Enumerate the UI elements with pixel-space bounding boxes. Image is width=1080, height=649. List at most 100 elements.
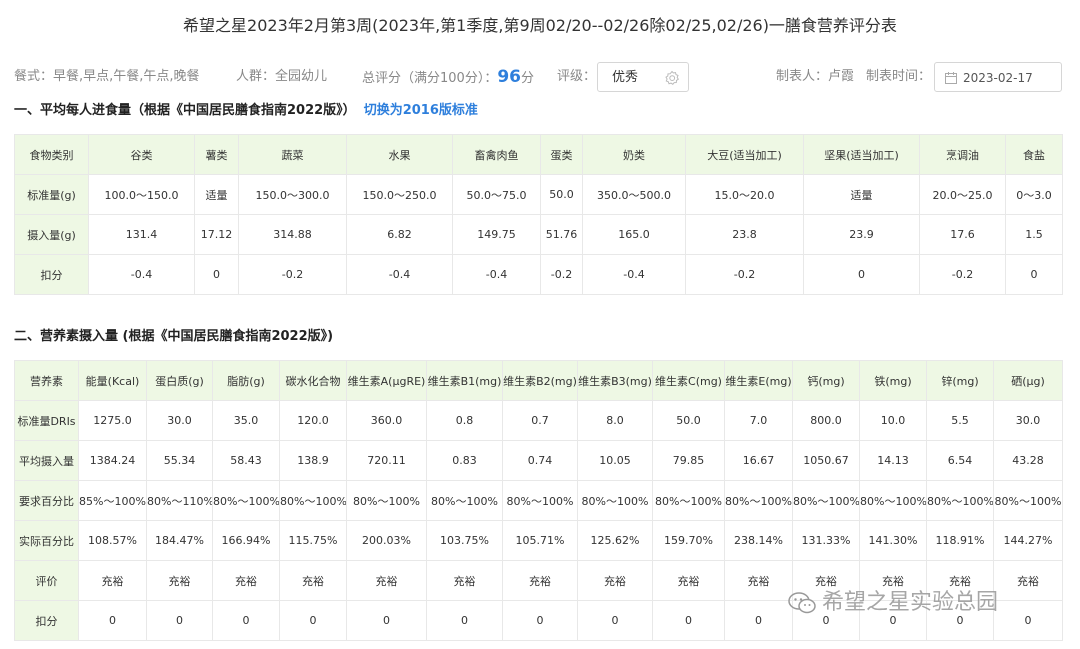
table-cell: 0～3.0 xyxy=(1005,174,1063,215)
table-cell: 131.33% xyxy=(792,520,860,561)
table-cell: 141.30% xyxy=(859,520,927,561)
table-row: 扣分 -0.4 0 -0.2 -0.4 -0.4 -0.2 -0.4 -0.2 0 -0.2 0 xyxy=(14,254,1063,295)
table-cell: 80%～100% xyxy=(792,480,860,521)
crowd-label: 人群：全园幼儿 xyxy=(236,69,328,84)
table-row: 实际百分比 108.57% 184.47% 166.94% 115.75% 200.03%… xyxy=(14,520,1063,561)
table-cell: 80%～100% xyxy=(279,480,347,521)
table-row: 平均摄入量 1384.24 55.34 58.43 138.9 720.11 0.83 0.7… xyxy=(14,440,1063,481)
column-header: 锌(mg) xyxy=(926,360,994,401)
table-cell: 80%～100% xyxy=(859,480,927,521)
table-cell: 17.6 xyxy=(919,214,1006,255)
column-header: 烹调油 xyxy=(919,134,1006,175)
column-header: 能量(Kcal) xyxy=(78,360,147,401)
table-cell: 7.0 xyxy=(724,400,793,441)
column-header: 蔬菜 xyxy=(238,134,347,175)
table-cell: 0.7 xyxy=(502,400,578,441)
column-header: 薯类 xyxy=(194,134,239,175)
info-bar: 餐式：早餐,早点,午餐,午点,晚餐 人群：全园幼儿 总评分（满分100分）：96… xyxy=(14,62,1066,92)
column-header: 维生素B3(mg) xyxy=(577,360,653,401)
table-cell: 充裕 xyxy=(426,560,503,601)
table-cell: 165.0 xyxy=(582,214,686,255)
column-header: 钙(mg) xyxy=(792,360,860,401)
table-cell: 800.0 xyxy=(792,400,860,441)
table-cell: 0 xyxy=(724,600,793,641)
grade-value: 优秀 xyxy=(612,70,639,85)
table-row: 标准量(g) 100.0～150.0 适量 150.0～300.0 150.0～250.… xyxy=(14,174,1063,215)
grade-select[interactable]: 优秀 xyxy=(597,62,689,92)
table-cell: 30.0 xyxy=(146,400,213,441)
table-cell: 55.34 xyxy=(146,440,213,481)
score-value: 96 xyxy=(497,67,521,87)
table-cell: 0 xyxy=(194,254,239,295)
table-cell: 0.74 xyxy=(502,440,578,481)
table-cell: -0.2 xyxy=(238,254,347,295)
table-cell: 0 xyxy=(652,600,725,641)
date-label: 制表时间： xyxy=(866,69,932,84)
table-cell: 0 xyxy=(78,600,147,641)
table-cell: 0 xyxy=(803,254,920,295)
table-cell: 充裕 xyxy=(346,560,427,601)
switch-standard-link[interactable]: 切换为2016版标准 xyxy=(364,103,478,118)
table-cell: 108.57% xyxy=(78,520,147,561)
table-cell: -0.2 xyxy=(540,254,583,295)
row-header: 摄入量(g) xyxy=(14,214,89,255)
table-cell: 30.0 xyxy=(993,400,1063,441)
watermark-text: 希望之星实验总园 xyxy=(822,590,999,615)
table-row: 要求百分比 85%～100% 80%～110% 80%～100% 80%～100% 80%… xyxy=(14,480,1063,521)
table-cell: 80%～100% xyxy=(724,480,793,521)
table-cell: 充裕 xyxy=(279,560,347,601)
table-cell: 80%～100% xyxy=(502,480,578,521)
wechat-icon xyxy=(788,592,816,614)
table-cell: 80%～100% xyxy=(652,480,725,521)
table-cell: 131.4 xyxy=(88,214,195,255)
calendar-icon xyxy=(945,72,957,84)
column-header: 蛋白质(g) xyxy=(146,360,213,401)
column-header: 维生素C(mg) xyxy=(652,360,725,401)
table-cell: 80%～100% xyxy=(426,480,503,521)
table-cell: 0.8 xyxy=(426,400,503,441)
watermark: 希望之星实验总园 xyxy=(788,584,998,616)
section1-title: 一、平均每人进食量（根据《中国居民膳食指南2022版》） 切换为2016版标准 xyxy=(14,103,478,118)
column-header: 硒(μg) xyxy=(993,360,1063,401)
column-header: 维生素A(μgRE) xyxy=(346,360,427,401)
table-cell: 充裕 xyxy=(212,560,280,601)
table-cell: 80%～110% xyxy=(146,480,213,521)
maker-label: 制表人：卢霞 xyxy=(776,69,855,84)
table-cell: 充裕 xyxy=(724,560,793,601)
column-header: 大豆(适当加工) xyxy=(685,134,804,175)
column-header: 食盐 xyxy=(1005,134,1063,175)
table-cell: -0.4 xyxy=(346,254,453,295)
row-header: 扣分 xyxy=(14,254,89,295)
table-cell: 149.75 xyxy=(452,214,541,255)
table-cell: 80%～100% xyxy=(212,480,280,521)
table-header-row: 营养素 能量(Kcal) 蛋白质(g) 脂肪(g) 碳水化合物 维生素A(μgRE) 维生素… xyxy=(14,360,1063,401)
table-cell: 10.0 xyxy=(859,400,927,441)
table-cell: 15.0～20.0 xyxy=(685,174,804,215)
table-cell: 35.0 xyxy=(212,400,280,441)
table-cell: 0 xyxy=(993,600,1063,641)
gear-icon[interactable] xyxy=(664,70,680,86)
table-cell: 10.05 xyxy=(577,440,653,481)
table-cell: 80%～100% xyxy=(346,480,427,521)
table-cell: 125.62% xyxy=(577,520,653,561)
table-cell: 0 xyxy=(577,600,653,641)
table-cell: 1384.24 xyxy=(78,440,147,481)
table-cell: 0 xyxy=(279,600,347,641)
date-value: 2023-02-17 xyxy=(963,71,1033,85)
column-header: 水果 xyxy=(346,134,453,175)
table-cell: 充裕 xyxy=(577,560,653,601)
column-header: 维生素B1(mg) xyxy=(426,360,503,401)
table-cell: 0 xyxy=(146,600,213,641)
table-cell: 0 xyxy=(426,600,503,641)
total-score: 总评分（满分100分）：96分 xyxy=(362,62,534,94)
table-cell: 17.12 xyxy=(194,214,239,255)
table-cell: 118.91% xyxy=(926,520,994,561)
table-cell: 103.75% xyxy=(426,520,503,561)
table-cell: 238.14% xyxy=(724,520,793,561)
column-header: 畜禽肉鱼 xyxy=(452,134,541,175)
score-label: 总评分（满分100分）： xyxy=(362,71,498,86)
column-header: 维生素E(mg) xyxy=(724,360,793,401)
page-title: 希望之星2023年2月第3周(2023年,第1季度,第9周02/20--02/2… xyxy=(183,16,897,35)
table-cell: -0.4 xyxy=(88,254,195,295)
date-picker[interactable]: 2023-02-17 xyxy=(934,62,1062,92)
